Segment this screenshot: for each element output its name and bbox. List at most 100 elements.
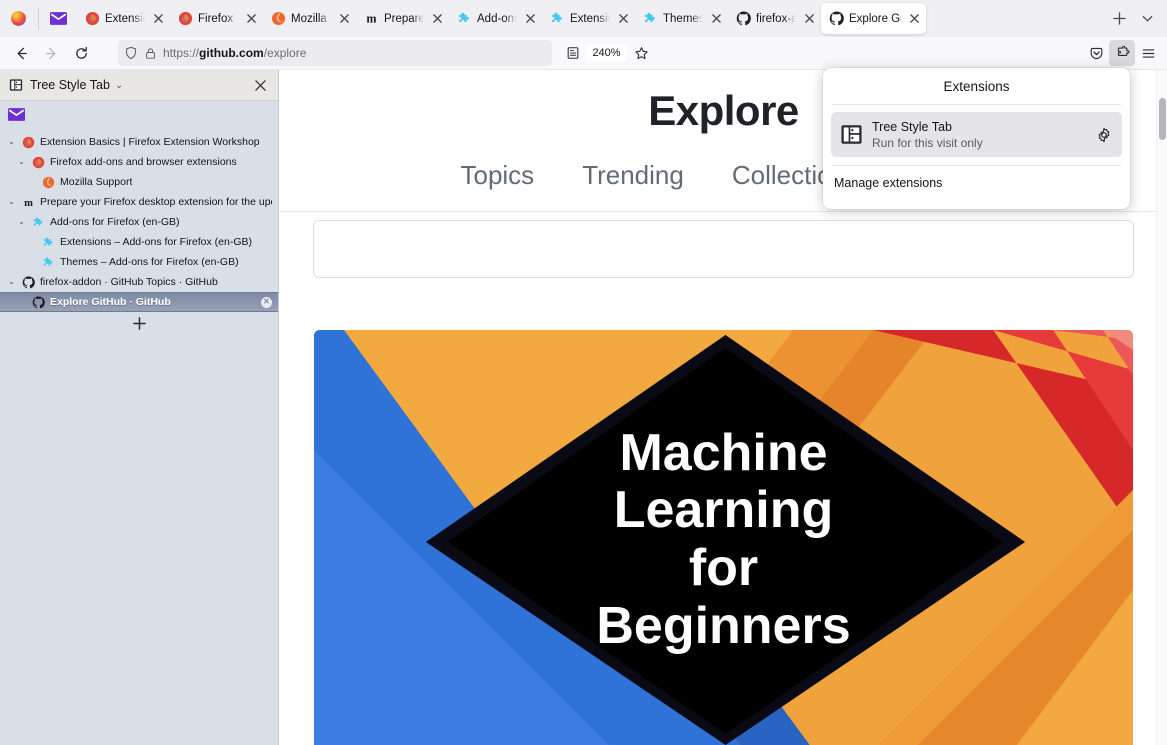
twisty-icon[interactable]: ⌄ — [6, 138, 17, 146]
hero-image[interactable]: Machine Learning for Beginners — [314, 330, 1133, 745]
browser-tab[interactable]: Firefox add-ons — [170, 3, 263, 34]
firefox-icon — [84, 11, 100, 27]
tab-title: firefox-addon · — [756, 12, 796, 25]
firefox-circle-icon — [270, 11, 286, 27]
explore-nav-link[interactable]: Trending — [582, 160, 684, 191]
hero-image-graphic — [314, 330, 1133, 745]
back-arrow-icon[interactable] — [6, 40, 36, 66]
url-text: https://github.com/explore — [163, 46, 307, 60]
reload-icon[interactable] — [66, 40, 96, 66]
gear-icon[interactable] — [1094, 125, 1114, 145]
browser-tab[interactable]: firefox-addon · — [728, 3, 821, 34]
shield-icon[interactable] — [124, 46, 138, 60]
sidebar-title: Tree Style Tab — [30, 78, 110, 92]
browser-window: Extension Basics Firefox add-ons Mozilla S… — [0, 0, 1167, 745]
sidebar-tab-label: Prepare your Firefox desktop extension f… — [40, 196, 272, 208]
forward-arrow-icon[interactable] — [36, 40, 66, 66]
url-bar[interactable]: https://github.com/explore — [118, 40, 553, 66]
browser-tab[interactable]: Extensions – Ad — [542, 3, 635, 34]
browser-tab[interactable]: Themes – Add-o — [635, 3, 728, 34]
firefox-icon — [22, 136, 35, 149]
tab-list: Extension Basics Firefox add-ons Mozilla S… — [77, 0, 1105, 37]
tab-title: Firefox add-ons — [198, 12, 238, 25]
header-divider — [280, 211, 1167, 212]
twisty-icon[interactable]: ⌄ — [16, 218, 27, 226]
extension-permission-status: Run for this visit only — [872, 135, 983, 150]
sidebar-tab-item[interactable]: Extensions – Add-ons for Firefox (en-GB) — [0, 232, 278, 252]
browser-tab[interactable]: Add-ons for Fire — [449, 3, 542, 34]
close-icon[interactable] — [906, 11, 922, 27]
sidebar-tab-label: Extensions – Add-ons for Firefox (en-GB) — [60, 236, 252, 248]
extension-name: Tree Style Tab — [872, 119, 952, 134]
close-circle-icon[interactable]: ✕ — [261, 296, 272, 308]
browser-tab[interactable]: m Prepare your Fir — [356, 3, 449, 34]
close-icon[interactable] — [429, 11, 445, 27]
firefox-icon — [32, 156, 45, 169]
explore-nav-link[interactable]: Topics — [460, 160, 534, 191]
sidebar-tab-item[interactable]: ⌄ Add-ons for Firefox (en-GB) — [0, 212, 278, 232]
sidebar-tab-item[interactable]: ⌄ Extension Basics | Firefox Extension Wo… — [0, 132, 278, 152]
addons-puzzle-icon — [549, 11, 565, 27]
extension-item-texts: Tree Style Tab Run for this visit only — [872, 119, 1085, 151]
github-icon — [828, 11, 844, 27]
sidebar-header: Tree Style Tab ⌄ — [0, 70, 278, 101]
addons-puzzle-icon — [456, 11, 472, 27]
list-all-tabs-button[interactable] — [1133, 5, 1161, 33]
close-icon[interactable] — [522, 11, 538, 27]
browser-tab[interactable]: Explore GitHub — [821, 3, 926, 34]
chevron-down-icon[interactable]: ⌄ — [115, 80, 123, 91]
sidebar-tab-item[interactable]: Themes – Add-ons for Firefox (en-GB) — [0, 252, 278, 272]
page-scrollbar-thumb[interactable] — [1159, 98, 1166, 140]
mozilla-m-icon: m — [363, 11, 379, 27]
sidebar-tab-label: Extension Basics | Firefox Extension Wor… — [40, 136, 260, 148]
pocket-icon[interactable] — [1083, 40, 1109, 66]
close-icon[interactable] — [615, 11, 631, 27]
toolbar-divider — [38, 7, 39, 30]
hamburger-menu-icon[interactable] — [1135, 40, 1161, 66]
close-icon[interactable] — [708, 11, 724, 27]
manage-extensions-button[interactable]: Manage extensions — [823, 166, 1130, 190]
sidebar-tab-label: Add-ons for Firefox (en-GB) — [50, 216, 180, 228]
mail-icon[interactable] — [41, 5, 75, 33]
explore-card-placeholder[interactable] — [313, 220, 1134, 278]
svg-text:m: m — [366, 12, 376, 26]
zoom-level-indicator[interactable]: 240% — [586, 44, 627, 62]
padlock-icon[interactable] — [144, 47, 157, 60]
github-icon — [22, 275, 35, 289]
sidebar-new-tab-button[interactable] — [0, 312, 278, 334]
mail-pinned-icon[interactable] — [0, 105, 278, 132]
extensions-puzzle-icon[interactable] — [1109, 40, 1136, 66]
close-icon[interactable] — [150, 11, 166, 27]
sidebar-tab-item[interactable]: ⌄ m Prepare your Firefox desktop extension… — [0, 192, 278, 212]
sidebar-tab-item[interactable]: ⌄ Firefox add-ons and browser extensions — [0, 152, 278, 172]
star-icon[interactable] — [629, 40, 655, 66]
page-scrollbar[interactable] — [1156, 70, 1167, 745]
tab-strip: Extension Basics Firefox add-ons Mozilla S… — [0, 0, 1167, 37]
browser-tab[interactable]: Extension Basics — [77, 3, 170, 34]
tree-style-tab-icon — [9, 78, 23, 92]
close-icon[interactable] — [251, 76, 269, 94]
twisty-icon[interactable]: ⌄ — [6, 198, 17, 206]
sidebar-tab-item[interactable]: ⌄ firefox-addon · GitHub Topics · GitHub — [0, 272, 278, 292]
navigation-toolbar: https://github.com/explore 240% — [0, 37, 1167, 70]
new-tab-button[interactable] — [1105, 5, 1133, 33]
twisty-icon[interactable]: ⌄ — [6, 278, 17, 286]
twisty-icon[interactable]: ⌄ — [16, 158, 27, 166]
addons-puzzle-icon — [32, 216, 45, 229]
firefox-icon — [177, 11, 193, 27]
extension-item-tree-style-tab[interactable]: Tree Style Tab Run for this visit only — [831, 112, 1122, 157]
close-icon[interactable] — [243, 11, 259, 27]
github-icon — [32, 295, 45, 309]
sidebar-tab-item[interactable]: Explore GitHub · GitHub ✕ — [0, 292, 278, 312]
addons-puzzle-icon — [42, 256, 55, 269]
browser-tab[interactable]: Mozilla Support — [263, 3, 356, 34]
panel-divider — [832, 104, 1121, 105]
extensions-panel: Extensions Tree Style Tab Run for this v… — [823, 68, 1130, 209]
close-icon[interactable] — [336, 11, 352, 27]
sidebar-tab-tree: ⌄ Extension Basics | Firefox Extension Wo… — [0, 101, 278, 745]
close-icon[interactable] — [801, 11, 817, 27]
reader-view-icon[interactable] — [560, 40, 586, 66]
sidebar-tab-label: Firefox add-ons and browser extensions — [50, 156, 237, 168]
tab-title: Prepare your Fir — [384, 12, 424, 25]
sidebar-tab-item[interactable]: Mozilla Support — [0, 172, 278, 192]
